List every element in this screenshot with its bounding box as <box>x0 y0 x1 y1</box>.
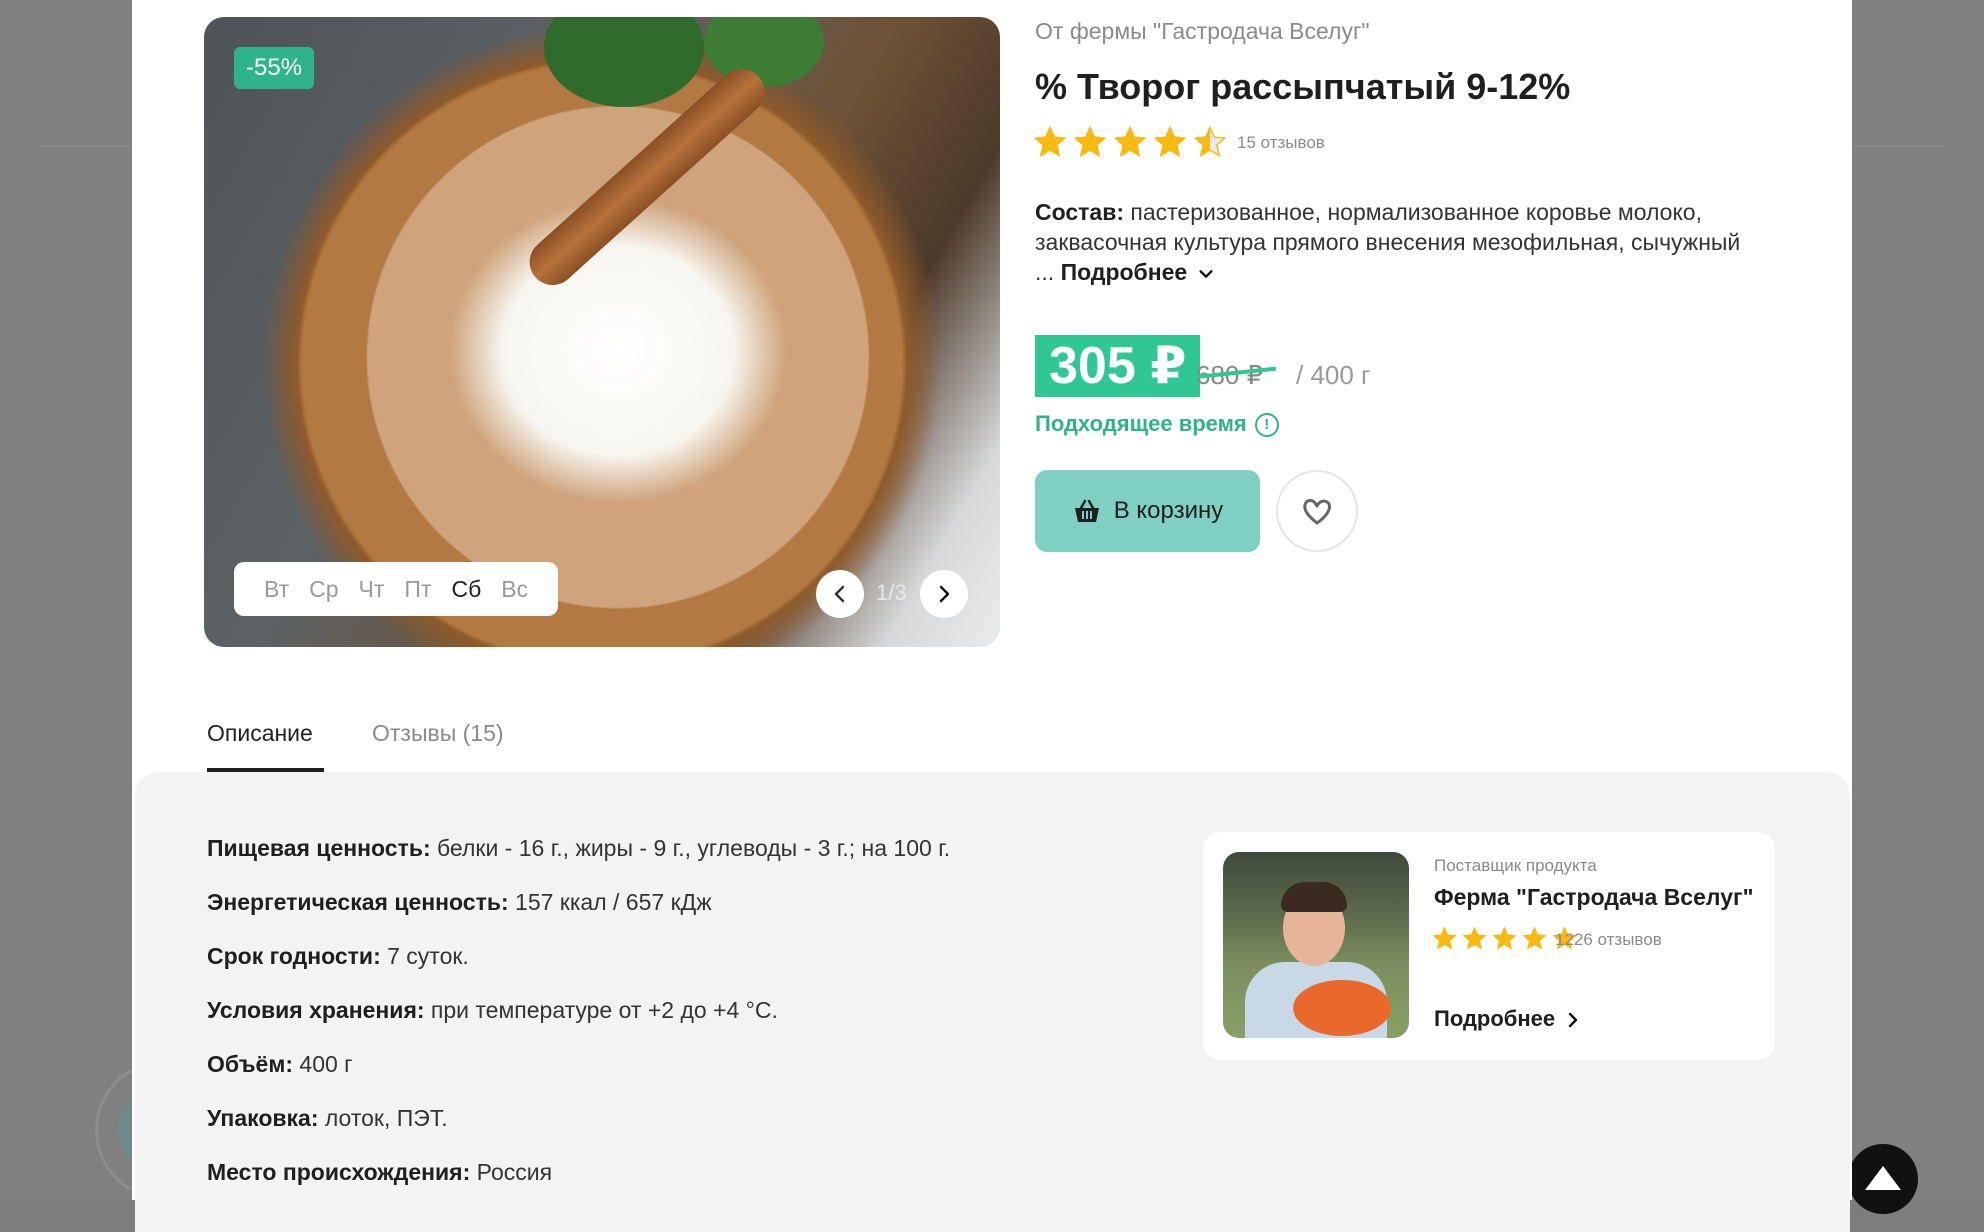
product-reviews-count[interactable]: 15 отзывов <box>1237 133 1325 153</box>
spec-value: лоток, ПЭТ. <box>318 1105 447 1131</box>
heart-icon <box>1299 493 1335 529</box>
supplier-label: Поставщик продукта <box>1434 856 1597 876</box>
chevron-right-icon <box>1565 1012 1581 1028</box>
spec-nutrition: Пищевая ценность: белки - 16 г., жиры - … <box>207 835 950 862</box>
spec-volume: Объём: 400 г <box>207 1051 353 1078</box>
spec-value: 400 г <box>293 1051 353 1077</box>
more-label: Подробнее <box>1061 259 1188 285</box>
product-rating-stars <box>1033 125 1227 159</box>
spec-label: Энергетическая ценность: <box>207 889 509 915</box>
supplier-photo <box>1223 852 1409 1038</box>
delivery-days: Вт Ср Чт Пт Сб Вс <box>234 562 558 616</box>
supplier-reviews-count[interactable]: 1226 отзывов <box>1555 930 1662 950</box>
spec-shelf-life: Срок годности: 7 суток. <box>207 943 469 970</box>
spec-value: Россия <box>470 1159 552 1185</box>
gallery-prev-button[interactable] <box>816 570 864 618</box>
spec-origin: Место происхождения: Россия <box>207 1159 552 1186</box>
star-icon <box>1522 926 1547 951</box>
star-icon <box>1193 125 1227 159</box>
spec-value: 7 суток. <box>381 943 469 969</box>
price-unit: / 400 г <box>1296 360 1371 391</box>
star-icon <box>1492 926 1517 951</box>
product-gallery: -55% Вт Ср Чт Пт Сб Вс 1/3 <box>204 17 1000 647</box>
day-thu[interactable]: Чт <box>359 576 385 603</box>
day-tue[interactable]: Вт <box>264 576 289 603</box>
spec-label: Упаковка: <box>207 1105 318 1131</box>
add-to-cart-button[interactable]: В корзину <box>1035 470 1260 552</box>
product-title: % Творог рассыпчатый 9-12% <box>1035 66 1570 108</box>
chevron-down-icon <box>1197 265 1215 283</box>
product-photo <box>204 17 1000 647</box>
star-icon <box>1073 125 1107 159</box>
delivery-time-link[interactable]: Подходящее время! <box>1035 411 1279 437</box>
price-current: 305 ₽ <box>1035 335 1200 397</box>
add-to-cart-label: В корзину <box>1114 497 1224 525</box>
basket-icon <box>1072 496 1102 526</box>
spec-value: при температуре от +2 до +4 °С. <box>425 997 778 1023</box>
spec-packaging: Упаковка: лоток, ПЭТ. <box>207 1105 448 1132</box>
day-fri[interactable]: Пт <box>404 576 431 603</box>
spec-label: Пищевая ценность: <box>207 835 431 861</box>
favorite-button[interactable] <box>1276 470 1358 552</box>
star-icon <box>1432 926 1457 951</box>
supplier-photo-hair <box>1281 882 1347 912</box>
spec-storage: Условия хранения: при температуре от +2 … <box>207 997 778 1024</box>
star-icon <box>1113 125 1147 159</box>
chevron-left-icon <box>830 584 850 604</box>
spec-energy: Энергетическая ценность: 157 ккал / 657 … <box>207 889 712 916</box>
star-icon <box>1033 125 1067 159</box>
star-icon <box>1153 125 1187 159</box>
day-wed[interactable]: Ср <box>309 576 338 603</box>
supplier-name: Ферма "Гастродача Вселуг" <box>1434 884 1753 911</box>
gallery-counter: 1/3 <box>876 580 907 606</box>
day-sat[interactable]: Сб <box>451 576 481 603</box>
spec-label: Срок годности: <box>207 943 381 969</box>
delivery-time-label: Подходящее время <box>1035 411 1247 436</box>
day-sun[interactable]: Вс <box>501 576 528 603</box>
composition-label: Состав: <box>1035 199 1124 225</box>
supplier-more-link[interactable]: Подробнее <box>1434 1006 1581 1032</box>
spec-value: белки - 16 г., жиры - 9 г., углеводы - 3… <box>431 835 951 861</box>
spec-value: 157 ккал / 657 кДж <box>509 889 712 915</box>
spec-label: Место происхождения: <box>207 1159 470 1185</box>
tab-description[interactable]: Описание <box>207 720 313 747</box>
scroll-to-top-button[interactable] <box>1848 1144 1918 1214</box>
composition: Состав: пастеризованное, нормализованное… <box>1035 197 1765 287</box>
supplier-more-label: Подробнее <box>1434 1006 1555 1031</box>
composition-more-link[interactable]: Подробнее <box>1061 259 1216 285</box>
tab-reviews[interactable]: Отзывы (15) <box>372 720 504 747</box>
gallery-next-button[interactable] <box>920 570 968 618</box>
spec-label: Условия хранения: <box>207 997 425 1023</box>
star-icon <box>1462 926 1487 951</box>
discount-badge: -55% <box>234 47 314 89</box>
farm-source: От фермы "Гастродача Вселуг" <box>1035 18 1370 45</box>
spec-label: Объём: <box>207 1051 293 1077</box>
chevron-right-icon <box>934 584 954 604</box>
info-icon[interactable]: ! <box>1255 413 1279 437</box>
supplier-photo-cheese <box>1293 980 1391 1036</box>
